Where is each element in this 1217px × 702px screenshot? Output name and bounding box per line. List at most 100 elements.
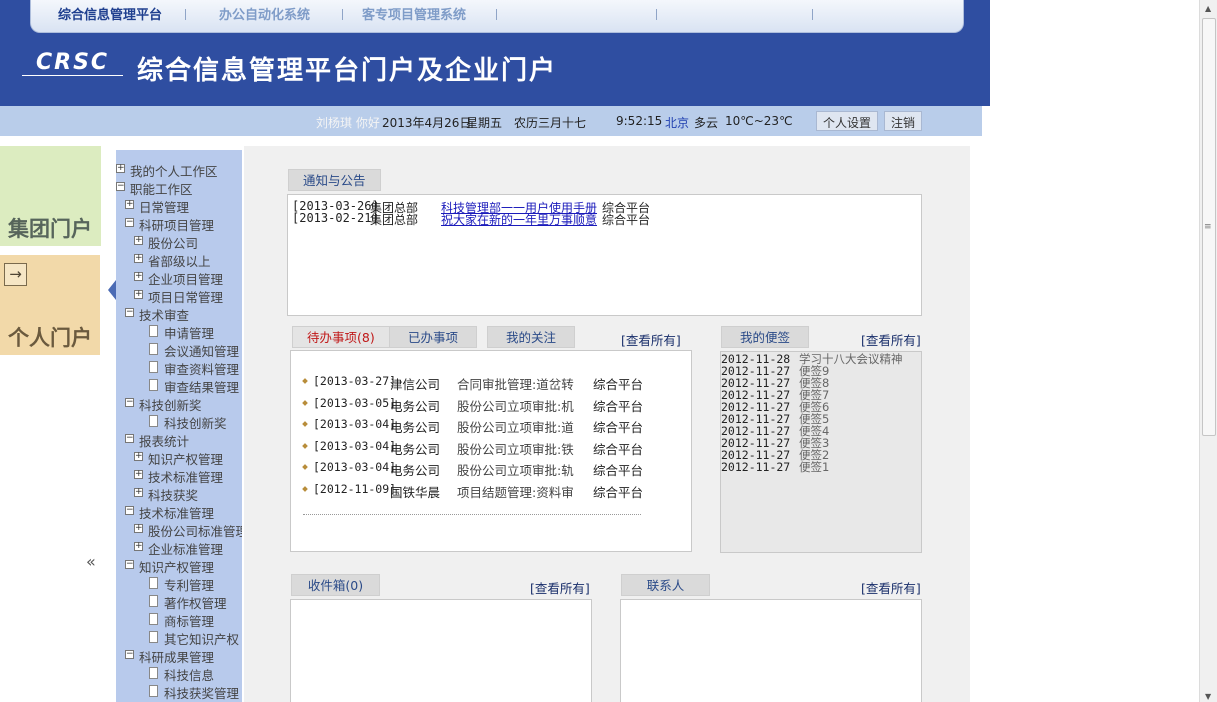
task-org: 津信公司 [390, 377, 441, 392]
tree-node[interactable]: + 股份公司 [116, 233, 242, 251]
tree-node[interactable]: − 技术标准管理 [116, 503, 242, 521]
tab-my-memos[interactable]: 我的便签 [721, 326, 809, 348]
tree-node[interactable]: + 我的个人工作区 [116, 161, 242, 179]
expand-plus-icon[interactable]: + [134, 272, 143, 281]
personal-settings-button[interactable]: 个人设置 [816, 111, 879, 131]
scroll-down-icon[interactable]: ▼ [1205, 692, 1211, 701]
tree-node[interactable]: + 企业项目管理 [116, 269, 242, 287]
collapse-minus-icon[interactable]: − [125, 560, 134, 569]
tree-node[interactable]: 审查资料管理 [116, 359, 242, 377]
task-row[interactable]: [2012-11-09] 国铁华晨 项目结题管理:资料审 综合平台 [302, 482, 673, 500]
tab-inbox[interactable]: 收件箱(0) [291, 574, 380, 596]
expand-plus-icon[interactable]: + [116, 164, 125, 173]
tree-node-label: 企业标准管理 [148, 542, 224, 557]
tree-node[interactable]: + 股份公司标准管理 [116, 521, 242, 539]
lunar-date: 农历三月十七 [514, 116, 587, 130]
tree-node-label: 我的个人工作区 [130, 164, 218, 179]
group-portal-link[interactable]: 集团门户 [0, 146, 101, 246]
tab-pending-tasks[interactable]: 待办事项(8) [292, 326, 390, 348]
task-row[interactable]: [2013-03-04] 电务公司 股份公司立项审批:铁 综合平台 [302, 439, 673, 457]
tree-node[interactable]: 申请管理 [116, 323, 242, 341]
document-icon [149, 361, 158, 373]
nav-tab-project-management[interactable]: 客专项目管理系统 [362, 4, 466, 23]
task-date: [2013-03-27] [313, 374, 397, 388]
memo-item[interactable]: 2012-11-27 便签1 [721, 461, 921, 473]
expand-plus-icon[interactable]: + [134, 470, 143, 479]
tree-node[interactable]: 科技创新奖 [116, 413, 242, 431]
tab-contacts[interactable]: 联系人 [621, 574, 710, 596]
personal-portal-label: 个人门户 [8, 326, 92, 350]
tab-my-follows[interactable]: 我的关注 [487, 326, 575, 348]
memos-view-all-link[interactable]: [查看所有] [861, 330, 921, 349]
task-row[interactable]: [2013-03-04] 电务公司 股份公司立项审批:道 综合平台 [302, 417, 673, 435]
tree-node[interactable]: + 企业标准管理 [116, 539, 242, 557]
nav-tab-integrated-platform[interactable]: 综合信息管理平台 [58, 4, 162, 23]
tree-node[interactable]: 其它知识产权 [116, 629, 242, 647]
tree-node[interactable]: + 项目日常管理 [116, 287, 242, 305]
collapse-minus-icon[interactable]: − [125, 398, 134, 407]
collapse-minus-icon[interactable]: − [125, 434, 134, 443]
tree-node[interactable]: − 科研项目管理 [116, 215, 242, 233]
task-row[interactable]: [2013-03-05] 电务公司 股份公司立项审批:机 综合平台 [302, 396, 673, 414]
collapse-minus-icon[interactable]: − [125, 308, 134, 317]
tree-node[interactable]: + 科技获奖 [116, 485, 242, 503]
double-chevron-left-icon[interactable]: « [86, 552, 96, 571]
tree-node[interactable]: + 日常管理 [116, 197, 242, 215]
expand-plus-icon[interactable]: + [134, 290, 143, 299]
tree-node[interactable]: + 知识产权管理 [116, 449, 242, 467]
tree-node[interactable]: 著作权管理 [116, 593, 242, 611]
tree-node[interactable]: 科技信息 [116, 665, 242, 683]
tree-node-label: 科技创新奖 [139, 398, 202, 413]
tab-notices[interactable]: 通知与公告 [288, 169, 381, 191]
weather-city[interactable]: 北京 [665, 114, 689, 131]
expand-plus-icon[interactable]: + [134, 254, 143, 263]
page-scrollbar[interactable]: ▲ ≡ ▼ [1199, 0, 1217, 702]
inbox-view-all-link[interactable]: [查看所有] [530, 578, 590, 597]
tree-node[interactable]: + 技术标准管理 [116, 467, 242, 485]
notice-link[interactable]: 祝大家在新的一年里万事顺意 [441, 211, 597, 228]
tab-completed-tasks[interactable]: 已办事项 [389, 326, 477, 348]
tree-node[interactable]: − 技术审查 [116, 305, 242, 323]
notice-item: [2013-02-21] 集团总部 祝大家在新的一年里万事顺意 综合平台 [292, 211, 650, 227]
tree-node-label: 职能工作区 [130, 182, 193, 197]
nav-tab-office-automation[interactable]: 办公自动化系统 [219, 4, 310, 23]
tree-node[interactable]: 会议通知管理 [116, 341, 242, 359]
expand-plus-icon[interactable]: + [134, 542, 143, 551]
tree-node[interactable]: 专利管理 [116, 575, 242, 593]
document-icon [149, 613, 158, 625]
current-date: 2013年4月26日 [382, 116, 472, 130]
notice-source: 综合平台 [602, 213, 651, 227]
task-row[interactable]: [2013-03-27] 津信公司 合同审批管理:道岔转 综合平台 [302, 374, 673, 392]
task-row[interactable]: [2013-03-04] 电务公司 股份公司立项审批:轨 综合平台 [302, 460, 673, 478]
tree-node[interactable]: − 知识产权管理 [116, 557, 242, 575]
tree-node[interactable]: − 科研成果管理 [116, 647, 242, 665]
collapse-minus-icon[interactable]: − [125, 650, 134, 659]
tree-node[interactable]: 商标管理 [116, 611, 242, 629]
tree-node[interactable]: − 职能工作区 [116, 179, 242, 197]
collapse-tree-arrow-icon[interactable] [108, 280, 116, 300]
tree-node[interactable]: 科技获奖管理 [116, 683, 242, 701]
collapse-minus-icon[interactable]: − [125, 218, 134, 227]
task-title: 股份公司立项审批:机 [457, 398, 574, 414]
collapse-minus-icon[interactable]: − [116, 182, 125, 191]
expand-plus-icon[interactable]: + [125, 200, 134, 209]
tree-node-label: 科技获奖管理 [164, 686, 240, 701]
tree-node[interactable]: + 省部级以上 [116, 251, 242, 269]
expand-plus-icon[interactable]: + [134, 488, 143, 497]
tree-node[interactable]: − 报表统计 [116, 431, 242, 449]
logout-button[interactable]: 注销 [884, 111, 923, 131]
expand-plus-icon[interactable]: + [134, 236, 143, 245]
tree-node[interactable]: − 科技创新奖 [116, 395, 242, 413]
collapse-minus-icon[interactable]: − [125, 506, 134, 515]
expand-plus-icon[interactable]: + [134, 524, 143, 533]
tree-node-label: 日常管理 [139, 200, 190, 215]
scroll-up-icon[interactable]: ▲ [1205, 4, 1211, 13]
tree-node-label: 知识产权管理 [139, 560, 215, 575]
personal-portal-link[interactable]: → 个人门户 [0, 255, 100, 355]
crsc-logo: CRSC [22, 52, 124, 76]
contacts-view-all-link[interactable]: [查看所有] [861, 578, 921, 597]
expand-plus-icon[interactable]: + [134, 452, 143, 461]
tree-node[interactable]: 审查结果管理 [116, 377, 242, 395]
document-icon [149, 379, 158, 391]
tasks-view-all-link[interactable]: [查看所有] [621, 330, 681, 349]
